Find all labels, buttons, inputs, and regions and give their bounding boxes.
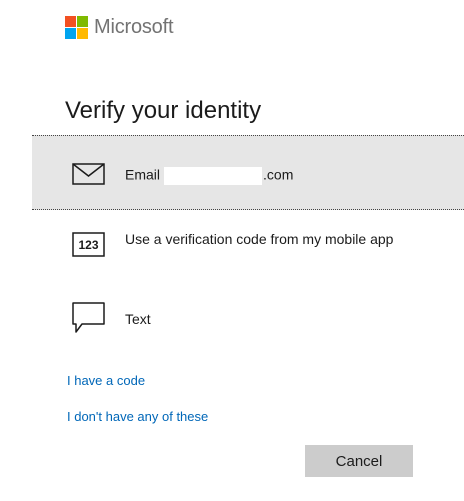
option-email[interactable]: Email .com [32, 135, 464, 210]
have-code-link[interactable]: I have a code [67, 373, 145, 388]
svg-text:123: 123 [78, 238, 98, 252]
option-text[interactable]: Text [32, 285, 464, 353]
code-123-icon: 123 [72, 232, 105, 257]
option-mobile-app[interactable]: 123 Use a verification code from my mobi… [32, 212, 464, 280]
envelope-icon [72, 163, 105, 185]
cancel-button[interactable]: Cancel [305, 445, 413, 477]
option-mobile-app-label: Use a verification code from my mobile a… [125, 231, 394, 247]
option-email-label: Email .com [125, 167, 293, 185]
microsoft-logo: Microsoft [65, 16, 174, 39]
microsoft-logo-icon [65, 16, 88, 39]
option-email-suffix: .com [263, 166, 294, 183]
page-title: Verify your identity [65, 97, 262, 124]
option-text-label: Text [125, 311, 151, 327]
no-methods-link[interactable]: I don't have any of these [67, 409, 208, 424]
chat-bubble-icon [72, 302, 105, 333]
microsoft-logo-text: Microsoft [94, 16, 174, 38]
option-email-prefix: Email [125, 166, 161, 183]
email-redaction [164, 167, 263, 185]
